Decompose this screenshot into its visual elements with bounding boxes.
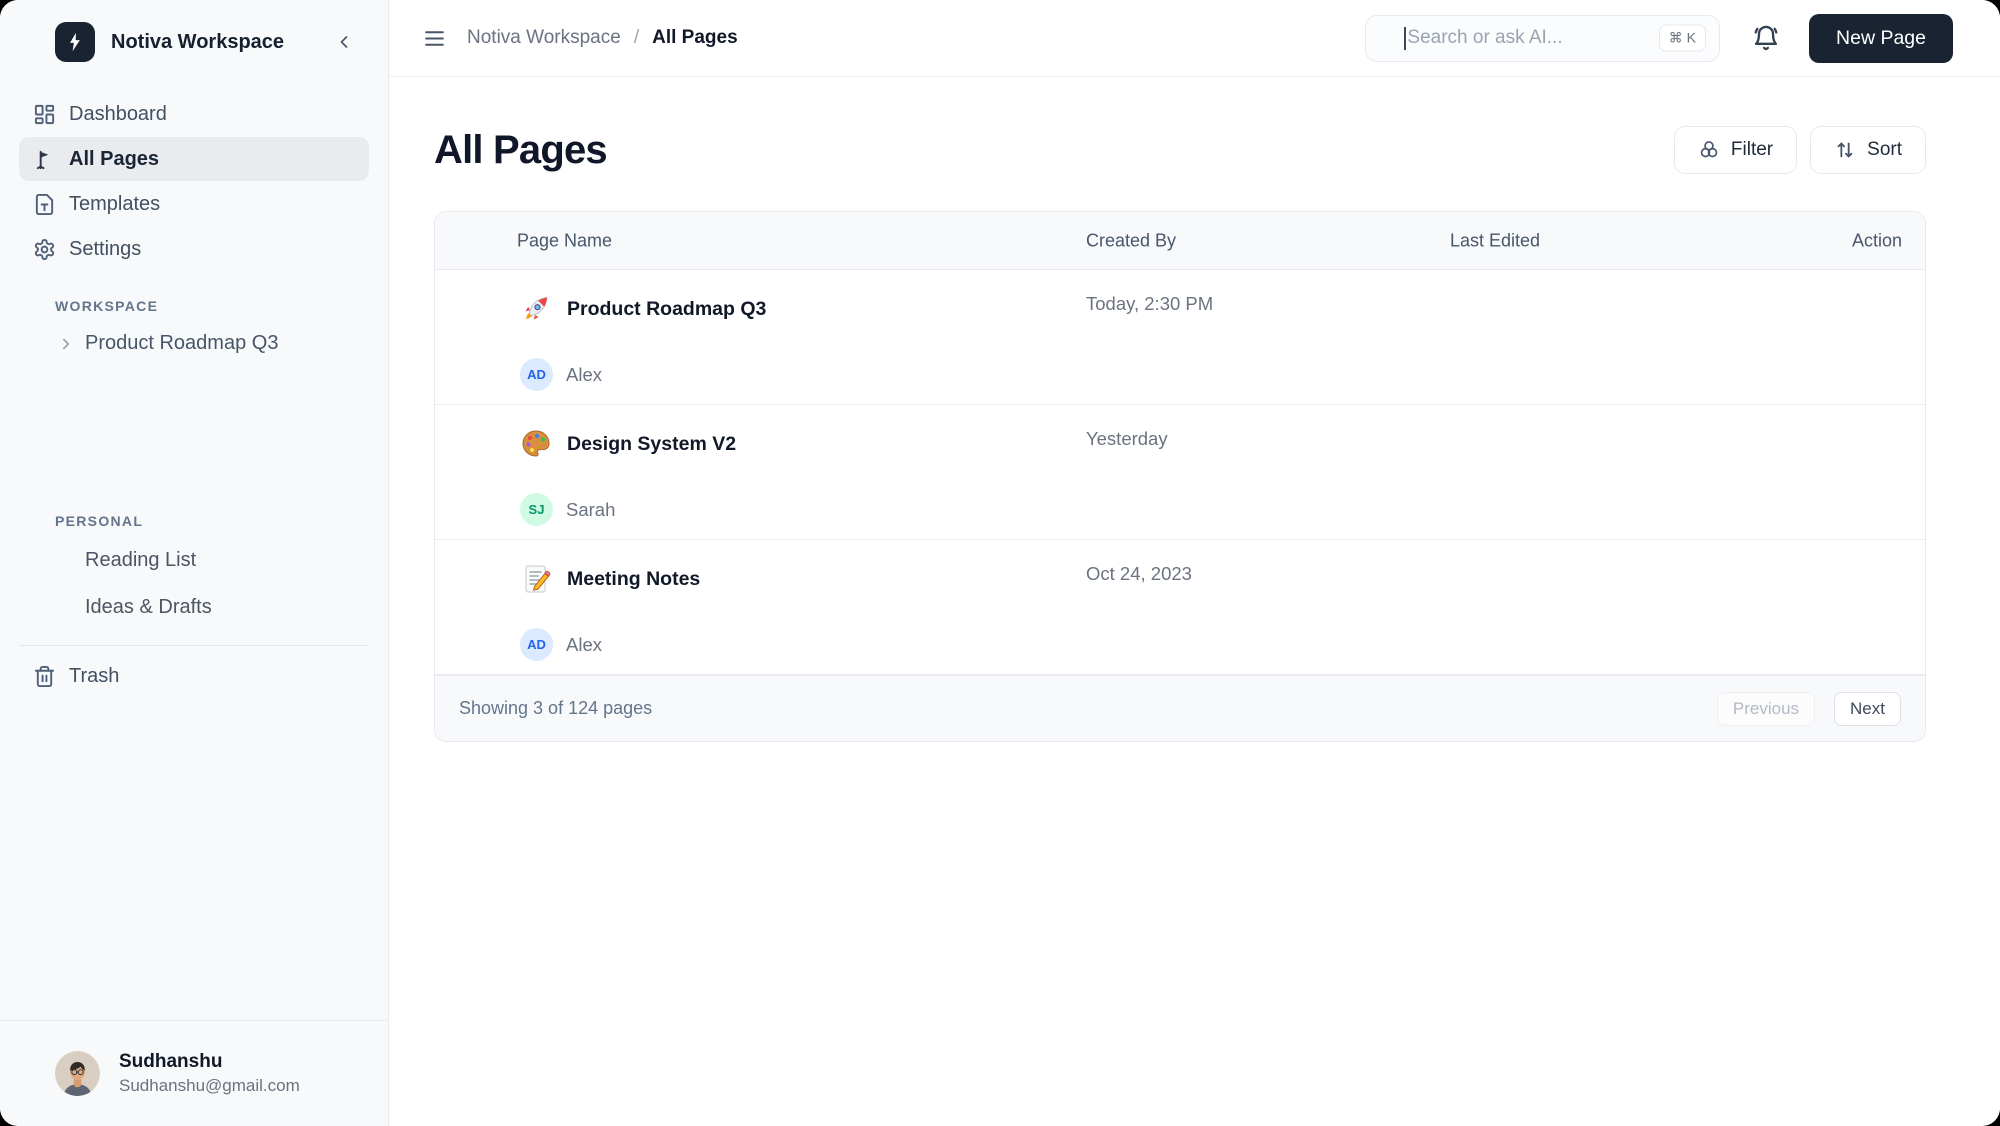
sort-arrows-icon	[1834, 139, 1856, 161]
creator-name: Sarah	[566, 498, 616, 520]
sidebar-collapse-button[interactable]	[330, 28, 358, 56]
sidebar-item-settings[interactable]: Settings	[19, 227, 369, 271]
new-page-button[interactable]: New Page	[1809, 13, 1953, 63]
sort-button[interactable]: Sort	[1810, 126, 1926, 174]
palette-icon	[520, 428, 552, 460]
sidebar-item-label: All Pages	[69, 147, 160, 170]
next-page-button[interactable]: Next	[1834, 691, 1901, 726]
page-name: Product Roadmap Q3	[567, 297, 767, 320]
created-date: Yesterday	[1086, 428, 1168, 449]
page-name: Meeting Notes	[567, 567, 701, 590]
user-name: Sudhanshu	[119, 1051, 223, 1072]
search-input[interactable]: Search or ask AI... ⌘ K	[1365, 14, 1721, 62]
table-row[interactable]: Design System V2 Yesterday SJ Sarah	[435, 405, 1925, 540]
sidebar-header: Notiva Workspace	[0, 0, 388, 62]
flag-icon	[33, 148, 56, 171]
sidebar-nav: Dashboard All Pages Templates Settings	[0, 92, 388, 272]
tree-item-label: Product Roadmap Q3	[85, 332, 279, 354]
gear-icon	[33, 238, 56, 261]
creator-name: Alex	[566, 363, 602, 385]
memo-icon	[520, 563, 552, 595]
created-date: Oct 24, 2023	[1086, 563, 1192, 584]
main-column: Notiva Workspace / All Pages Search or a…	[389, 0, 2000, 1126]
app-window: Notiva Workspace Dashboard All Pages Tem…	[0, 0, 2000, 1126]
sidebar-item-reading-list[interactable]: Reading List	[0, 537, 388, 584]
table-row[interactable]: Meeting Notes Oct 24, 2023 AD Alex	[435, 540, 1925, 675]
column-header-action: Action	[1851, 230, 1902, 250]
page-title: All Pages	[434, 127, 608, 172]
personal-section-title: PERSONAL	[55, 513, 144, 529]
previous-page-button[interactable]: Previous	[1716, 691, 1816, 726]
dashboard-icon	[33, 103, 56, 126]
workspace-section-title: WORKSPACE	[55, 298, 159, 314]
pagination-summary: Showing 3 of 124 pages	[459, 698, 653, 718]
app-logo-icon	[55, 22, 95, 62]
column-header-last-edited: Last Edited	[1450, 230, 1541, 250]
sidebar-item-dashboard[interactable]: Dashboard	[19, 92, 369, 136]
sidebar-item-label: Trash	[69, 664, 120, 687]
text-cursor	[1404, 26, 1407, 50]
filter-button[interactable]: Filter	[1673, 126, 1798, 174]
filter-circles-icon	[1698, 139, 1720, 161]
filter-button-label: Filter	[1730, 139, 1774, 160]
created-date: Today, 2:30 PM	[1086, 293, 1214, 314]
user-info: Sudhanshu Sudhanshu@gmail.com	[119, 1051, 300, 1096]
main-content: All Pages Filter Sort Page Name Created …	[389, 77, 2000, 742]
page-name: Design System V2	[567, 432, 737, 455]
creator-avatar: SJ	[520, 493, 553, 526]
sidebar-item-trash[interactable]: Trash	[19, 654, 369, 698]
keyboard-shortcut-badge: ⌘ K	[1658, 24, 1707, 52]
sidebar: Notiva Workspace Dashboard All Pages Tem…	[0, 0, 389, 1126]
sidebar-item-ideas-drafts[interactable]: Ideas & Drafts	[0, 584, 388, 631]
topbar: Notiva Workspace / All Pages Search or a…	[389, 0, 2000, 77]
menu-button[interactable]	[419, 23, 450, 54]
column-header-page-name: Page Name	[517, 230, 613, 250]
plain-item-label: Reading List	[85, 549, 197, 571]
breadcrumb-current: All Pages	[652, 27, 738, 48]
creator-name: Alex	[566, 633, 602, 655]
breadcrumb: Notiva Workspace / All Pages	[467, 27, 738, 49]
sidebar-item-label: Settings	[69, 237, 142, 260]
sidebar-item-label: Dashboard	[69, 102, 167, 125]
sidebar-item-templates[interactable]: Templates	[19, 182, 369, 226]
breadcrumb-separator: /	[633, 27, 640, 48]
plain-item-label: Ideas & Drafts	[85, 596, 212, 618]
sort-button-label: Sort	[1867, 139, 1902, 160]
table-row[interactable]: Product Roadmap Q3 Today, 2:30 PM AD Ale…	[435, 270, 1925, 405]
chevron-right-icon	[57, 335, 75, 353]
creator-avatar: AD	[520, 358, 553, 391]
chevron-left-icon	[334, 32, 354, 52]
creator-avatar: AD	[520, 628, 553, 661]
rocket-icon	[520, 293, 552, 325]
user-avatar	[55, 1051, 100, 1096]
table-footer: Showing 3 of 124 pages Previous Next	[435, 675, 1925, 741]
user-profile[interactable]: Sudhanshu Sudhanshu@gmail.com	[0, 1020, 388, 1126]
trash-icon	[33, 665, 56, 688]
template-file-icon	[33, 193, 56, 216]
workspace-name: Notiva Workspace	[111, 30, 285, 53]
sidebar-item-product-roadmap[interactable]: Product Roadmap Q3	[0, 322, 388, 365]
notifications-button[interactable]	[1749, 21, 1783, 55]
sidebar-item-all-pages[interactable]: All Pages	[19, 137, 369, 181]
column-header-created-by: Created By	[1086, 230, 1177, 250]
bell-icon	[1752, 24, 1780, 52]
search-placeholder: Search or ask AI...	[1407, 27, 1563, 48]
sidebar-item-label: Templates	[69, 192, 161, 215]
pages-table: Page Name Created By Last Edited Action	[434, 211, 1926, 742]
table-header-row: Page Name Created By Last Edited Action	[435, 212, 1925, 270]
user-email: Sudhanshu@gmail.com	[119, 1076, 300, 1095]
hamburger-menu-icon	[422, 26, 447, 51]
breadcrumb-workspace[interactable]: Notiva Workspace	[467, 27, 621, 49]
